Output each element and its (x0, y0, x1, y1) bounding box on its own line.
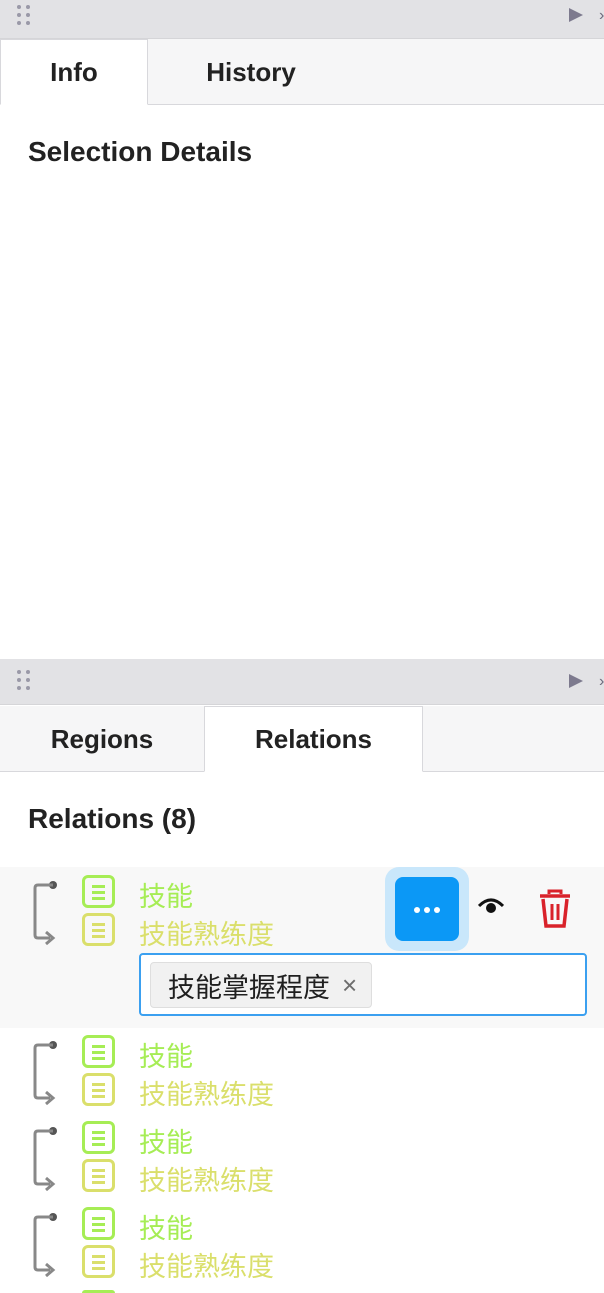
relation-arrow-icon (33, 881, 57, 945)
relations-title: Relations (8) (28, 803, 197, 834)
relation-arrow-icon (33, 1041, 57, 1105)
label-icon (82, 1121, 115, 1154)
trash-icon[interactable] (538, 889, 572, 929)
label-icon (82, 875, 115, 908)
label-icon (82, 913, 115, 946)
grip-icon[interactable] (17, 670, 33, 692)
to-region-label: 技能熟练度 (139, 1080, 274, 1110)
label-icon (82, 1207, 115, 1240)
to-region-label: 技能熟练度 (139, 1252, 274, 1282)
collapse-arrow-icon[interactable] (569, 674, 583, 688)
relation-item[interactable]: 技能 技能熟练度 (0, 1118, 604, 1202)
relation-labels-input[interactable]: 技能掌握程度 × (139, 953, 587, 1016)
panel-edge-glyph: › (599, 7, 604, 24)
relation-arrow-icon (33, 1127, 57, 1191)
regions-panel-header: › (0, 659, 604, 705)
more-icon (395, 877, 459, 941)
to-region-label: 技能熟练度 (139, 1166, 274, 1196)
regions-panel-tabs: Regions Relations (0, 706, 604, 772)
tab-relations[interactable]: Relations (204, 706, 423, 772)
from-region-label: 技能 (139, 1042, 193, 1072)
collapse-arrow-icon[interactable] (569, 8, 583, 22)
label-icon (82, 1245, 115, 1278)
from-region-label: 技能 (139, 1128, 193, 1158)
info-panel-header: › (0, 0, 604, 39)
info-panel-tabs: Info History (0, 39, 604, 105)
panel-edge-glyph: › (599, 673, 604, 690)
to-region-label: 技能熟练度 (139, 920, 274, 950)
tab-regions[interactable]: Regions (0, 706, 204, 772)
eye-icon[interactable] (478, 897, 504, 917)
from-region-label: 技能 (139, 882, 193, 912)
relation-item[interactable]: 技能 技能熟练度 技能掌握程度 × (0, 867, 604, 1028)
relation-label-tag-text: 技能掌握程度 (168, 972, 330, 1003)
label-icon (82, 1035, 115, 1068)
more-options-button[interactable] (385, 867, 469, 951)
relation-item[interactable]: 技能 技能熟练度 (0, 1032, 604, 1116)
relation-label-tag: 技能掌握程度 × (150, 962, 373, 1008)
label-icon (82, 1159, 115, 1192)
tab-info[interactable]: Info (0, 39, 148, 105)
remove-tag-icon[interactable]: × (342, 972, 357, 998)
from-region-label: 技能 (139, 1214, 193, 1244)
relation-item[interactable]: 技能 技能熟练度 (0, 1204, 604, 1288)
tab-history[interactable]: History (148, 39, 354, 105)
grip-icon[interactable] (17, 5, 33, 27)
selection-details-title: Selection Details (28, 136, 253, 167)
label-icon (82, 1073, 115, 1106)
relation-arrow-icon (33, 1213, 57, 1277)
